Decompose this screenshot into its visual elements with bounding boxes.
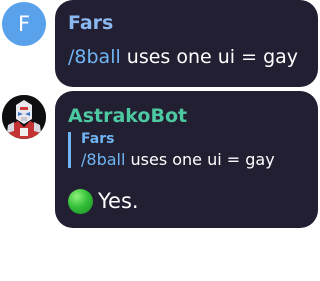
reply-text: /8ball uses one ui = gay: [81, 152, 275, 168]
message-body: uses one ui = gay: [120, 46, 299, 68]
bot-avatar[interactable]: [2, 95, 46, 139]
message-bubble[interactable]: Fars /8ball uses one ui = gay: [55, 0, 318, 87]
user-avatar[interactable]: F: [2, 2, 46, 46]
bot-command-link[interactable]: /8ball: [68, 46, 121, 68]
sender-name[interactable]: Fars: [68, 14, 113, 33]
robot-avatar-icon: [2, 95, 46, 139]
answer-text: Yes.: [98, 189, 139, 213]
reply-sender: Fars: [81, 131, 115, 147]
reply-command: /8ball: [81, 150, 126, 169]
reply-quote[interactable]: Fars /8ball uses one ui = gay: [68, 132, 308, 168]
sender-name[interactable]: AstrakoBot: [68, 107, 187, 126]
avatar-letter: F: [17, 12, 31, 36]
message-bubble[interactable]: AstrakoBot Fars /8ball uses one ui = gay…: [55, 91, 318, 228]
message-text: /8ball uses one ui = gay: [68, 48, 298, 67]
answer-row: Yes.: [68, 189, 139, 214]
green-circle-icon: [68, 189, 93, 214]
reply-body: uses one ui = gay: [125, 150, 275, 169]
